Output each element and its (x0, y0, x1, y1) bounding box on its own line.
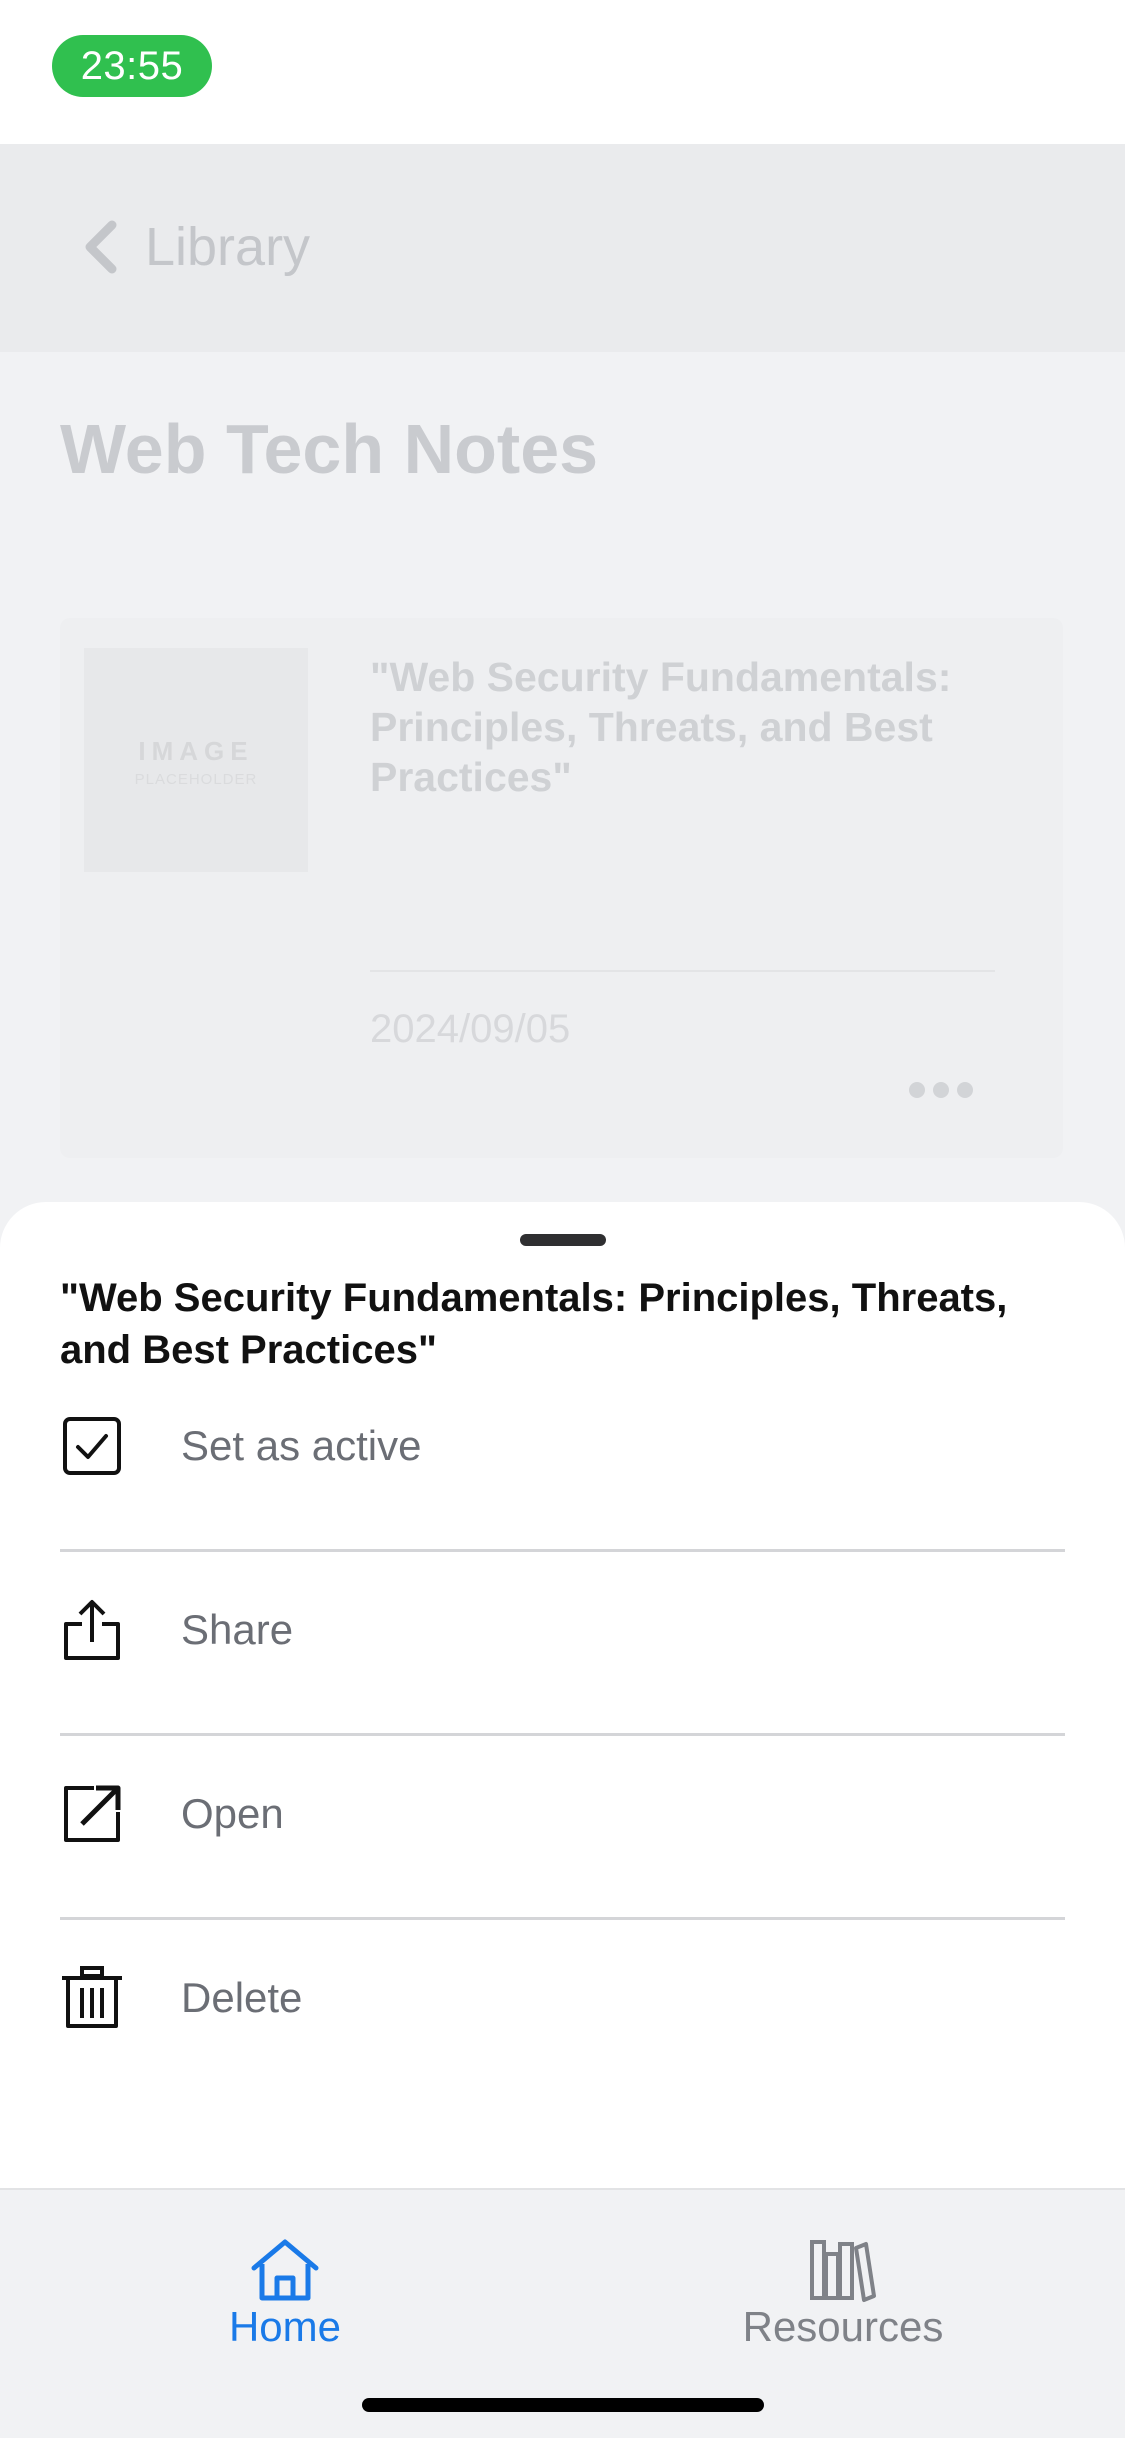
delete-label: Delete (181, 1974, 303, 2021)
chevron-left-icon[interactable] (78, 219, 122, 275)
books-icon (810, 2240, 876, 2302)
sheet-title: "Web Security Fundamentals: Principles, … (60, 1276, 1008, 1372)
sheet-grabber[interactable] (520, 1234, 606, 1246)
status-bar: 23:55 (0, 0, 1125, 144)
thumbnail-text: IMAGE (138, 736, 254, 766)
home-indicator (362, 2398, 764, 2412)
thumbnail-subtext: PLACEHOLDER (134, 771, 258, 788)
open-label: Open (181, 1790, 284, 1837)
status-time: 23:55 (52, 35, 212, 97)
checkbox-icon (63, 1417, 121, 1475)
open-external-icon (64, 1785, 121, 1842)
page-title: Web Tech Notes (60, 410, 599, 488)
trash-icon (62, 1966, 122, 2028)
tab-resources[interactable]: Resources (693, 2210, 993, 2350)
divider (60, 1917, 1065, 1920)
share-label: Share (181, 1606, 294, 1653)
action-sheet: "Web Security Fundamentals: Principles, … (0, 1202, 1125, 2204)
thumbnail-image: IMAGE PLACEHOLDER (84, 648, 308, 872)
tab-home-label: Home (228, 2303, 342, 2350)
card-title: "Web Security Fundamentals: Principles, … (370, 654, 952, 800)
share-icon (64, 1600, 120, 1660)
set-active-action[interactable]: Set as active (60, 1370, 1065, 1552)
tab-resources-label: Resources (742, 2303, 944, 2350)
note-card[interactable]: IMAGE PLACEHOLDER "Web Security Fundamen… (60, 618, 1063, 1158)
delete-action[interactable]: Delete (60, 1922, 1065, 2104)
divider (60, 1549, 1065, 1552)
tab-home[interactable]: Home (135, 2210, 435, 2350)
share-action[interactable]: Share (60, 1554, 1065, 1736)
card-date: 2024/09/05 (370, 1007, 571, 1051)
card-divider (370, 970, 995, 972)
open-action[interactable]: Open (60, 1738, 1065, 1920)
back-button-label[interactable]: Library (145, 214, 310, 280)
navigation-bar: Library (0, 144, 1125, 352)
divider (60, 1733, 1065, 1736)
home-icon (251, 2239, 319, 2301)
ellipsis-icon[interactable] (908, 1080, 974, 1100)
set-active-label: Set as active (181, 1422, 422, 1469)
